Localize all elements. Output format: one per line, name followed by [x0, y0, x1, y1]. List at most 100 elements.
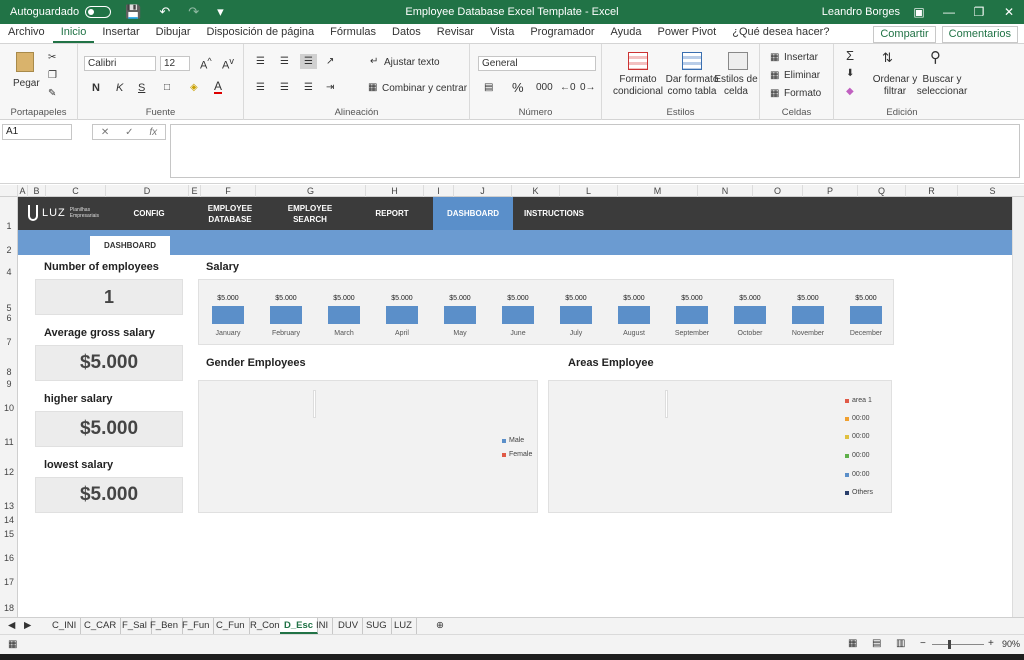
salary-bar[interactable] [560, 306, 592, 324]
column-header[interactable]: P [803, 185, 858, 197]
delete-cells-icon[interactable]: ▦ [770, 70, 779, 81]
salary-bar[interactable] [850, 306, 882, 324]
find-select-button[interactable]: Buscar y seleccionar [914, 74, 970, 98]
wrap-text-button[interactable]: Ajustar texto [384, 57, 440, 68]
format-table-button[interactable]: Dar formato como tabla [664, 74, 720, 98]
tab-programador[interactable]: Programador [522, 23, 602, 43]
row-header[interactable]: 9 [0, 379, 18, 389]
tab-insertar[interactable]: Insertar [94, 23, 147, 43]
sheet-tab[interactable]: INI [312, 618, 334, 634]
copy-icon[interactable]: ❐ [48, 70, 57, 81]
tab-vista[interactable]: Vista [482, 23, 522, 43]
row-header[interactable]: 14 [0, 515, 18, 525]
sheet-tab[interactable]: C_CAR [80, 618, 122, 634]
prev-sheet-icon[interactable]: ◀ [4, 618, 19, 634]
column-header[interactable]: M [618, 185, 698, 197]
row-header[interactable]: 7 [0, 337, 18, 347]
tab-archivo[interactable]: Archivo [0, 23, 53, 43]
fill-icon[interactable]: ⬇ [846, 68, 854, 79]
autosum-icon[interactable]: Σ [846, 48, 854, 63]
sheet-tab[interactable]: C_INI [48, 618, 82, 634]
nav-dashboard[interactable]: DASHBOARD [433, 197, 513, 230]
italic-button[interactable]: K [116, 82, 123, 94]
format-table-icon[interactable] [682, 52, 702, 70]
share-button[interactable]: Compartir [873, 26, 936, 43]
zoom-slider[interactable] [932, 644, 984, 645]
align-bottom-icon[interactable]: ☰ [300, 54, 317, 69]
format-painter-icon[interactable]: ✎ [48, 88, 56, 99]
row-header[interactable]: 1 [0, 221, 18, 231]
align-right-icon[interactable]: ☰ [304, 82, 313, 93]
indent-icon[interactable]: ⇥ [326, 82, 334, 93]
align-center-icon[interactable]: ☰ [280, 82, 289, 93]
tell-me-search[interactable]: ¿Qué desea hacer? [724, 23, 837, 43]
column-header[interactable]: S [958, 185, 1024, 197]
tab-datos[interactable]: Datos [384, 23, 429, 43]
sheet-tab[interactable]: C_Fun [212, 618, 250, 634]
column-header[interactable]: C [46, 185, 106, 197]
increase-decimal-icon[interactable]: ←0 [560, 82, 576, 93]
bold-button[interactable]: N [92, 82, 100, 94]
column-header[interactable]: K [512, 185, 560, 197]
select-all-corner[interactable] [0, 185, 18, 197]
formula-input[interactable] [170, 124, 1020, 178]
tab-power-pivot[interactable]: Power Pivot [650, 23, 725, 43]
zoom-in-icon[interactable]: + [988, 638, 994, 649]
tab-formulas[interactable]: Fórmulas [322, 23, 384, 43]
font-size-input[interactable]: 12 [160, 56, 190, 71]
conditional-format-button[interactable]: Formato condicional [610, 74, 666, 98]
tab-dibujar[interactable]: Dibujar [148, 23, 199, 43]
conditional-format-icon[interactable] [628, 52, 648, 70]
salary-bar[interactable] [502, 306, 534, 324]
zoom-out-icon[interactable]: − [920, 638, 926, 649]
row-header[interactable]: 6 [0, 313, 18, 323]
row-header[interactable]: 10 [0, 403, 18, 413]
delete-cells-button[interactable]: Eliminar [784, 70, 820, 81]
wrap-text-icon[interactable]: ↵ [370, 56, 378, 67]
salary-bar[interactable] [792, 306, 824, 324]
sheet-tab[interactable]: LUZ [390, 618, 417, 634]
column-header[interactable]: O [753, 185, 803, 197]
next-sheet-icon[interactable]: ▶ [20, 618, 35, 634]
autosave-toggle[interactable] [85, 6, 112, 18]
shrink-font-icon[interactable]: Av [222, 56, 234, 72]
minimize-icon[interactable]: — [934, 0, 964, 24]
row-header[interactable]: 2 [0, 245, 18, 255]
decrease-decimal-icon[interactable]: 0→ [580, 82, 596, 93]
salary-bar[interactable] [444, 306, 476, 324]
underline-button[interactable]: S [138, 82, 145, 94]
column-header[interactable]: F [201, 185, 256, 197]
thousands-button[interactable]: 000 [536, 82, 553, 93]
customize-icon[interactable]: ▾ [217, 4, 224, 20]
paste-icon[interactable] [16, 52, 34, 72]
comments-button[interactable]: Comentarios [941, 26, 1018, 43]
redo-icon[interactable]: ↷ [188, 4, 199, 20]
align-middle-icon[interactable]: ☰ [280, 56, 289, 67]
enter-icon[interactable]: ✓ [125, 127, 133, 138]
insert-function-icon[interactable]: fx [149, 127, 157, 138]
ribbon-display-icon[interactable]: ▣ [904, 0, 934, 24]
column-header[interactable]: B [28, 185, 46, 197]
merge-center-button[interactable]: Combinar y centrar [382, 83, 467, 94]
column-header[interactable]: G [256, 185, 366, 197]
insert-cells-icon[interactable]: ▦ [770, 52, 779, 63]
column-header[interactable]: J [454, 185, 512, 197]
cell-styles-icon[interactable] [728, 52, 748, 70]
row-header[interactable]: 18 [0, 603, 18, 613]
close-icon[interactable]: ✕ [994, 0, 1024, 24]
row-header[interactable]: 17 [0, 577, 18, 587]
sheet-tab[interactable]: F_Fun [178, 618, 215, 634]
tab-disposicion[interactable]: Disposición de página [199, 23, 323, 43]
number-format-select[interactable]: General [478, 56, 596, 71]
maximize-icon[interactable]: ❐ [964, 0, 994, 24]
autosave[interactable]: Autoguardado [10, 6, 112, 18]
column-header[interactable]: R [906, 185, 958, 197]
zoom-level[interactable]: 90% [1002, 639, 1020, 649]
gender-chart[interactable]: Male Female [198, 380, 538, 513]
nav-employee-database[interactable]: EMPLOYEE DATABASE [194, 197, 266, 230]
salary-bar[interactable] [328, 306, 360, 324]
vertical-scrollbar[interactable] [1012, 197, 1024, 617]
row-header[interactable]: 13 [0, 501, 18, 511]
zoom-slider-thumb[interactable] [948, 640, 951, 649]
sort-filter-icon[interactable]: ⇅ [882, 50, 893, 66]
